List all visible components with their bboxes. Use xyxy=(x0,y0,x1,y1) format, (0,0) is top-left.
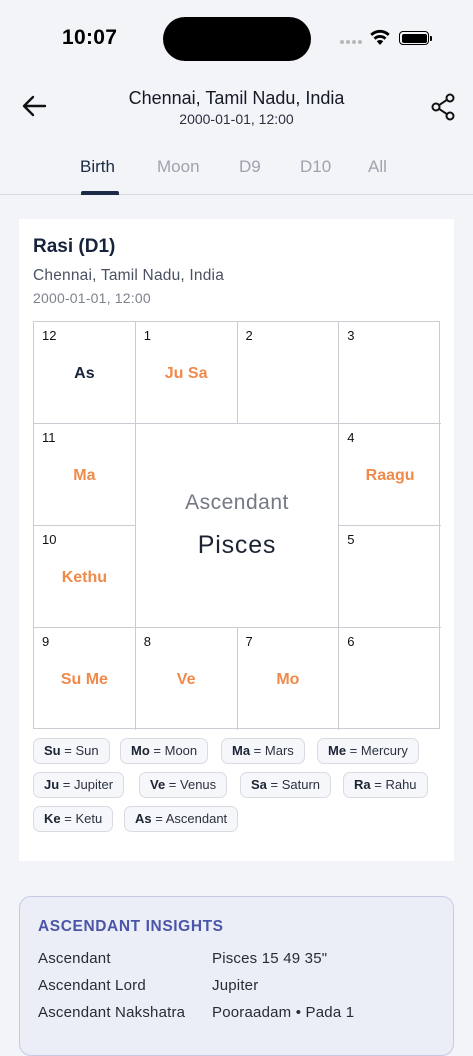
card-datetime: 2000-01-01, 12:00 xyxy=(33,290,151,306)
tab-moon[interactable]: Moon xyxy=(157,157,200,177)
house-number: 9 xyxy=(42,634,50,649)
legend-chip: Ju = Jupiter xyxy=(33,772,125,798)
app-header: Chennai, Tamil Nadu, India 2000-01-01, 1… xyxy=(0,76,473,136)
legend-chip: Su = Sun xyxy=(33,738,110,764)
status-time: 10:07 xyxy=(62,26,118,49)
chart-tabs: Birth Moon D9 D10 All xyxy=(0,143,473,195)
insight-key: Ascendant Lord xyxy=(38,977,146,994)
house-cell[interactable]: 9 Su Me xyxy=(34,628,136,730)
house-number: 12 xyxy=(42,328,57,343)
card-title: Rasi (D1) xyxy=(33,236,116,257)
active-tab-indicator xyxy=(81,191,119,195)
house-cell[interactable]: 4 Raagu xyxy=(339,424,441,526)
insight-value: Jupiter xyxy=(212,977,259,994)
house-cell[interactable]: 12 As xyxy=(34,322,136,424)
tab-all[interactable]: All xyxy=(368,157,387,177)
insights-title: ASCENDANT INSIGHTS xyxy=(38,918,224,935)
house-cell[interactable]: 10 Kethu xyxy=(34,526,136,628)
house-number: 7 xyxy=(245,634,253,649)
house-planets: Ju Sa xyxy=(164,365,208,382)
rasi-chart-card: Rasi (D1) Chennai, Tamil Nadu, India 200… xyxy=(19,219,454,861)
dynamic-island xyxy=(163,17,311,61)
ascendant-sign: Pisces xyxy=(197,531,277,559)
chart-center: Ascendant Pisces xyxy=(135,424,340,628)
legend-chip: Ve = Venus xyxy=(139,772,228,798)
house-planets: Ma xyxy=(73,467,96,484)
tab-d10[interactable]: D10 xyxy=(300,157,331,177)
battery-icon xyxy=(399,31,432,45)
house-cell[interactable]: 5 xyxy=(339,526,441,628)
wifi-icon xyxy=(370,29,390,45)
rasi-chart-grid: 12 As 1 Ju Sa 2 3 11 Ma 4 Raagu 10 Kethu… xyxy=(33,321,441,730)
house-number: 8 xyxy=(143,634,151,649)
house-number: 1 xyxy=(143,328,151,343)
house-number: 11 xyxy=(42,430,56,445)
house-planets: As xyxy=(74,365,95,382)
house-cell[interactable]: 8 Ve xyxy=(136,628,238,730)
ascendant-insights-panel: ASCENDANT INSIGHTS Ascendant Pisces 15 4… xyxy=(19,896,454,1056)
house-number: 4 xyxy=(347,430,355,445)
legend-chip: Ke = Ketu xyxy=(33,806,114,832)
insight-row: Ascendant Nakshatra Pooraadam • Pada 1 xyxy=(38,1004,438,1024)
house-number: 3 xyxy=(347,328,355,343)
house-cell[interactable]: 1 Ju Sa xyxy=(135,322,238,424)
insight-value: Pooraadam • Pada 1 xyxy=(212,1004,355,1021)
house-planets: Mo xyxy=(276,671,300,688)
center-label: Ascendant xyxy=(185,491,289,514)
house-cell[interactable]: 7 Mo xyxy=(238,628,340,730)
insight-key: Ascendant xyxy=(38,950,111,967)
house-cell[interactable]: 11 Ma xyxy=(34,424,136,526)
legend-chip: Sa = Saturn xyxy=(240,772,332,798)
legend-chip: Ra = Rahu xyxy=(343,772,428,798)
insight-row: Ascendant Pisces 15 49 35" xyxy=(38,950,438,970)
house-planets: Ve xyxy=(176,671,196,688)
house-planets: Raagu xyxy=(365,467,415,484)
house-number: 6 xyxy=(347,634,355,649)
house-number: 5 xyxy=(347,532,355,547)
legend-chip: Ma = Mars xyxy=(221,738,305,764)
location-title: Chennai, Tamil Nadu, India xyxy=(128,88,345,108)
status-bar: 10:07 xyxy=(0,0,473,76)
house-number: 2 xyxy=(245,328,253,343)
insight-value: Pisces 15 49 35" xyxy=(212,950,328,967)
house-planets: Su Me xyxy=(60,671,108,688)
tab-d9[interactable]: D9 xyxy=(239,157,261,177)
house-cell[interactable]: 6 xyxy=(339,628,441,730)
legend-chip: As = Ascendant xyxy=(124,806,239,832)
datetime-subtitle: 2000-01-01, 12:00 xyxy=(179,111,294,127)
tab-birth[interactable]: Birth xyxy=(80,157,115,177)
house-cell[interactable]: 3 xyxy=(339,322,441,424)
share-icon[interactable] xyxy=(431,93,457,121)
house-cell[interactable]: 2 xyxy=(237,322,340,424)
card-place: Chennai, Tamil Nadu, India xyxy=(33,267,225,284)
cellular-signal-icon xyxy=(340,40,362,44)
legend-chip: Me = Mercury xyxy=(317,738,419,764)
insight-key: Ascendant Nakshatra xyxy=(38,1004,186,1021)
insight-row: Ascendant Lord Jupiter xyxy=(38,977,438,997)
legend-chip: Mo = Moon xyxy=(120,738,209,764)
house-number: 10 xyxy=(42,532,57,547)
house-planets: Kethu xyxy=(61,569,108,586)
